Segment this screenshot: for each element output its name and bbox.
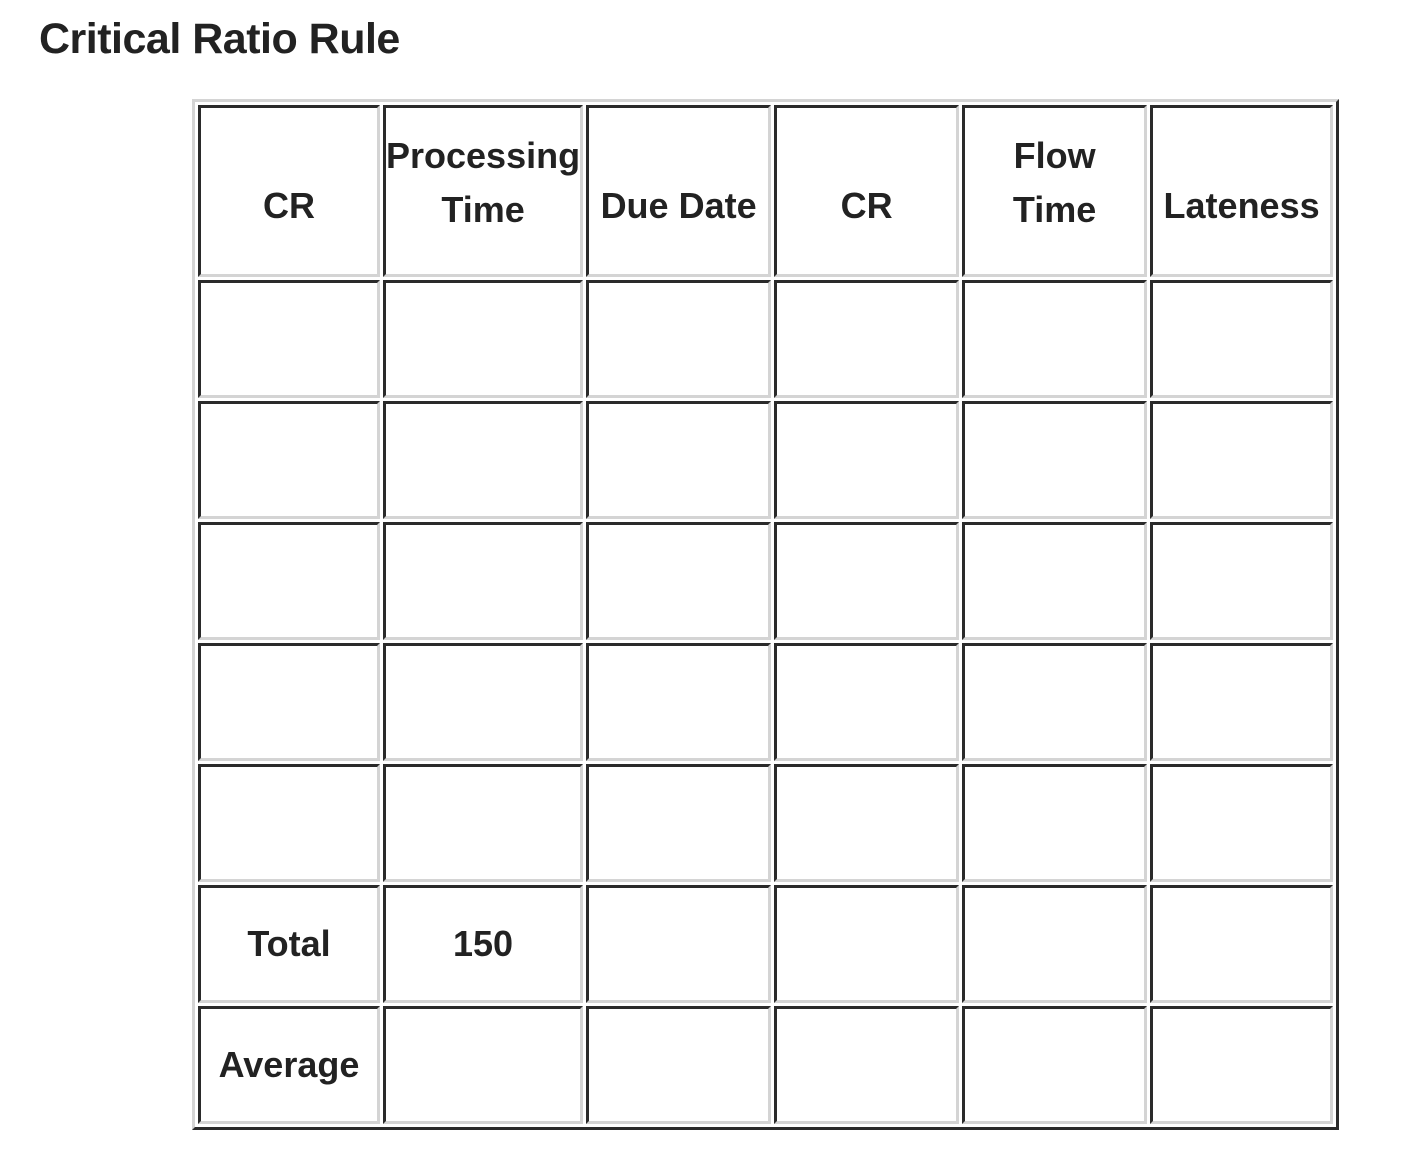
- table-cell: [774, 280, 960, 398]
- table-cell: [774, 764, 960, 882]
- table-cell: [1150, 280, 1334, 398]
- table-header-row: CR Processing Time Due Date CR Flow Time…: [198, 105, 1334, 277]
- table-cell: [962, 1006, 1148, 1124]
- table-cell: [586, 764, 772, 882]
- table-cell: [1150, 764, 1334, 882]
- table-cell: [198, 643, 380, 761]
- table-cell: [962, 643, 1148, 761]
- header-label: Due Date: [600, 185, 757, 226]
- table-cell: [383, 1006, 584, 1124]
- header-label: CR: [840, 185, 893, 226]
- table-row: [198, 522, 1334, 640]
- header-processing-time: Processing Time: [383, 105, 584, 277]
- average-label-cell: Average: [198, 1006, 380, 1124]
- table-cell: [586, 522, 772, 640]
- average-row: Average: [198, 1006, 1334, 1124]
- header-cr-1: CR: [198, 105, 380, 277]
- header-label: Lateness: [1163, 185, 1320, 226]
- header-flow-time: Flow Time: [962, 105, 1148, 277]
- table-cell: [962, 885, 1148, 1003]
- table-cell: [383, 643, 584, 761]
- header-due-date: Due Date: [586, 105, 772, 277]
- table-cell: [198, 401, 380, 519]
- table-cell: [774, 1006, 960, 1124]
- table-cell: [962, 401, 1148, 519]
- page-title: Critical Ratio Rule: [39, 15, 400, 63]
- table-cell: [383, 522, 584, 640]
- table-cell: [962, 280, 1148, 398]
- table-cell: [962, 522, 1148, 640]
- header-label: CR: [263, 185, 315, 226]
- header-lateness: Lateness: [1150, 105, 1334, 277]
- header-cr-2: CR: [774, 105, 960, 277]
- table-cell: [383, 401, 584, 519]
- table-cell: [586, 885, 772, 1003]
- table-row: [198, 643, 1334, 761]
- table-cell: [962, 764, 1148, 882]
- total-processing-time-cell: 150: [383, 885, 584, 1003]
- table-cell: [1150, 885, 1334, 1003]
- table-cell: [198, 280, 380, 398]
- total-label-cell: Total: [198, 885, 380, 1003]
- table-cell: [198, 522, 380, 640]
- table-row: [198, 764, 1334, 882]
- header-label: Processing Time: [386, 135, 581, 230]
- table-cell: [586, 643, 772, 761]
- table-cell: [774, 522, 960, 640]
- table-row: [198, 280, 1334, 398]
- table-cell: [1150, 522, 1334, 640]
- table-cell: [1150, 643, 1334, 761]
- critical-ratio-table: CR Processing Time Due Date CR Flow Time…: [192, 99, 1340, 1130]
- table-cell: [774, 643, 960, 761]
- table-cell: [774, 885, 960, 1003]
- total-row: Total 150: [198, 885, 1334, 1003]
- table-cell: [1150, 1006, 1334, 1124]
- table-cell: [383, 280, 584, 398]
- table-cell: [383, 764, 584, 882]
- table-cell: [586, 280, 772, 398]
- table-cell: [586, 401, 772, 519]
- table-row: [198, 401, 1334, 519]
- header-label: Flow Time: [1012, 135, 1097, 230]
- table-cell: [774, 401, 960, 519]
- table-cell: [1150, 401, 1334, 519]
- table-cell: [198, 764, 380, 882]
- table-cell: [586, 1006, 772, 1124]
